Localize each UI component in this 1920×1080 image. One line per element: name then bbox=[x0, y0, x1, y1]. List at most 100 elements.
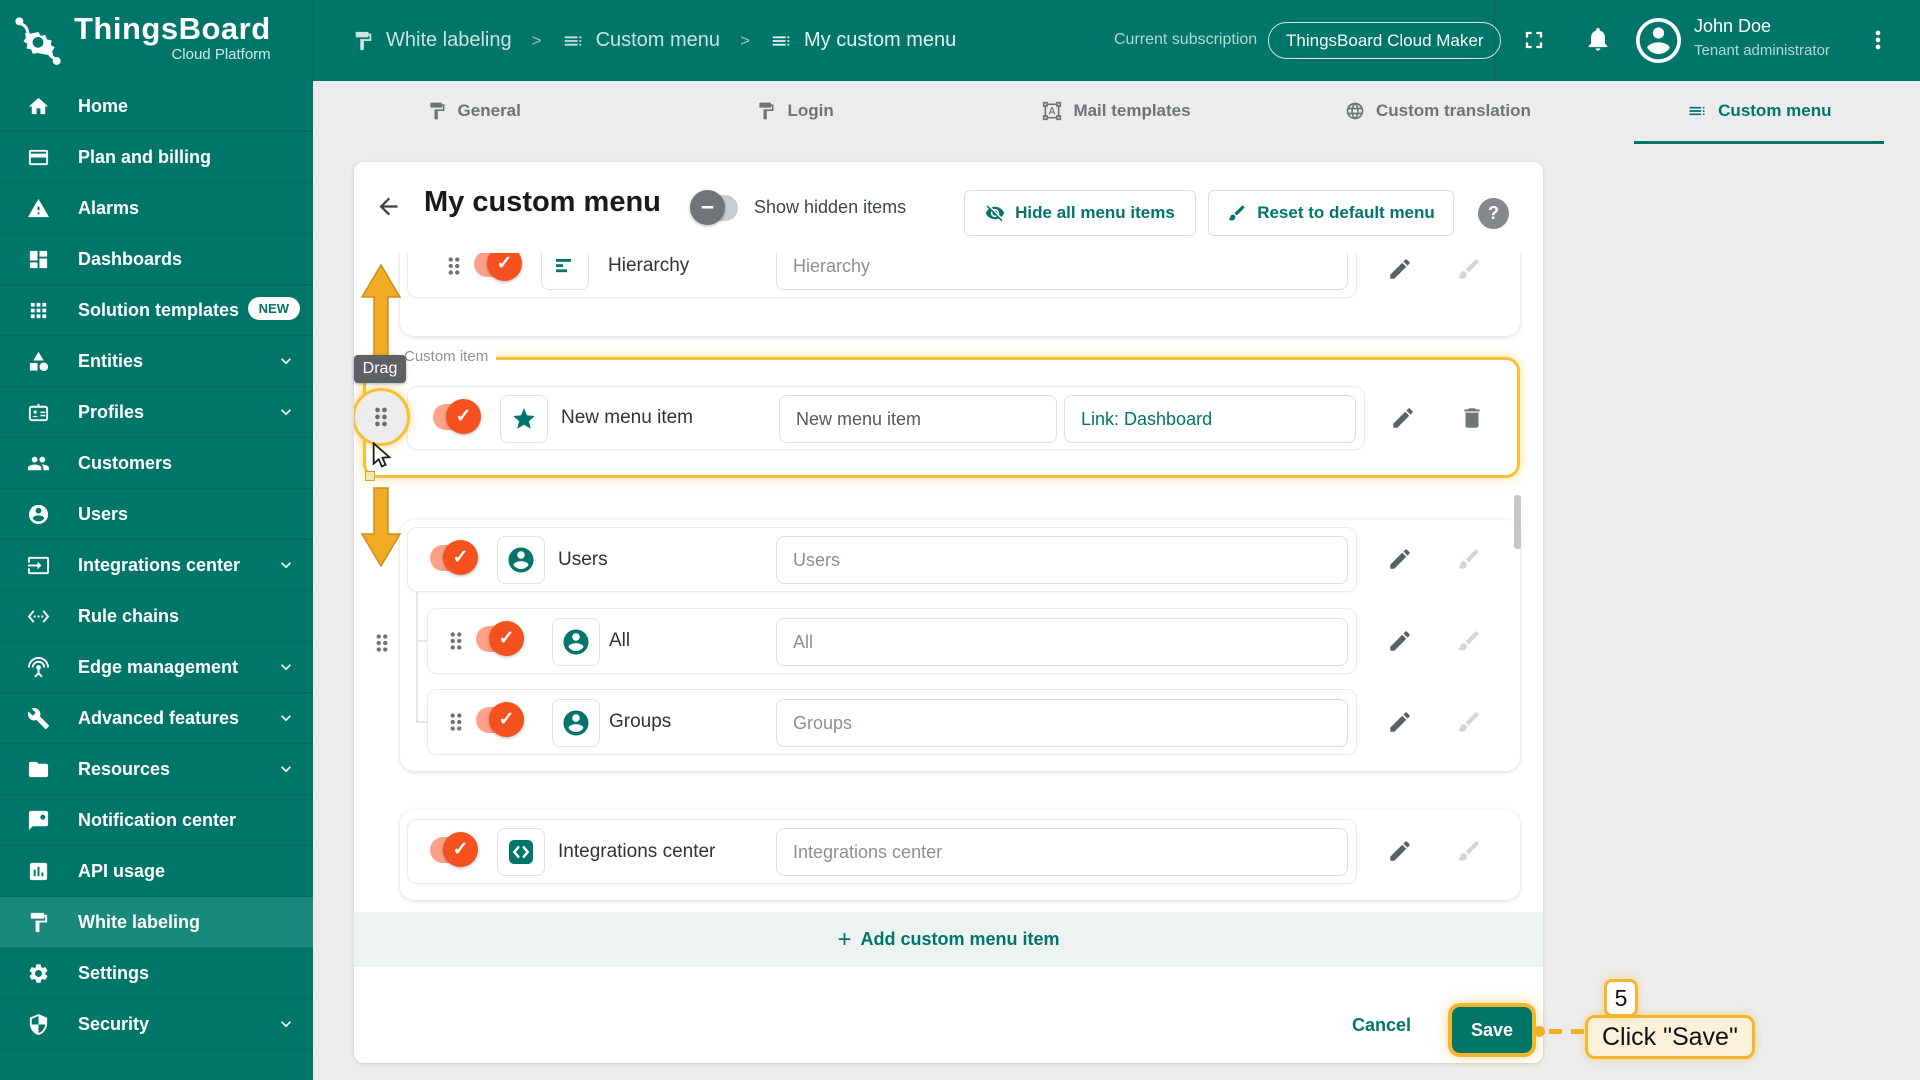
delete-trash-icon[interactable] bbox=[1456, 402, 1488, 434]
visibility-toggle[interactable] bbox=[433, 399, 481, 434]
show-hidden-toggle[interactable] bbox=[690, 190, 738, 225]
menu-item-name-input[interactable] bbox=[776, 699, 1348, 747]
plus-icon: + bbox=[837, 925, 852, 953]
sidebar-item-settings[interactable]: Settings bbox=[0, 948, 313, 999]
thingsboard-logo-icon bbox=[12, 12, 64, 68]
tab-mail-templates[interactable]: Mail templates bbox=[956, 81, 1277, 141]
sidebar-item-entities[interactable]: Entities bbox=[0, 336, 313, 387]
sidebar-item-label: Edge management bbox=[78, 656, 239, 677]
menu-group-integrations: Integrations center bbox=[400, 810, 1520, 900]
edit-pencil-icon[interactable] bbox=[1384, 253, 1416, 285]
visibility-toggle[interactable] bbox=[476, 621, 524, 656]
drag-handle-icon[interactable] bbox=[443, 709, 469, 735]
account-circle-icon[interactable] bbox=[552, 618, 600, 666]
save-button[interactable]: Save bbox=[1452, 1007, 1532, 1053]
edit-pencil-icon[interactable] bbox=[1384, 543, 1416, 575]
visibility-toggle[interactable] bbox=[474, 253, 522, 281]
sidebar-item-label: Home bbox=[78, 95, 129, 116]
menu-item-label: All bbox=[609, 630, 631, 651]
thingsboard-logo[interactable]: ThingsBoard Cloud Platform bbox=[12, 12, 271, 68]
notifications-bell-icon[interactable] bbox=[1584, 25, 1612, 53]
account-circle-icon[interactable] bbox=[497, 536, 545, 584]
sidebar-item-dashboards[interactable]: Dashboards bbox=[0, 234, 313, 285]
sidebar-item-label: Profiles bbox=[78, 401, 145, 422]
sidebar-item-security[interactable]: Security bbox=[0, 999, 313, 1050]
visibility-toggle[interactable] bbox=[430, 832, 478, 867]
star-icon[interactable] bbox=[500, 395, 548, 443]
tab-custom-menu[interactable]: Custom menu bbox=[1599, 81, 1920, 144]
account-circle-icon[interactable] bbox=[552, 699, 600, 747]
drag-tooltip: Drag bbox=[354, 355, 406, 383]
menu-item-link-field[interactable]: Link: Dashboard bbox=[1064, 395, 1356, 443]
visibility-toggle[interactable] bbox=[430, 540, 478, 575]
sidebar-item-label: Entities bbox=[78, 350, 144, 371]
sidebar-item-alarms[interactable]: Alarms bbox=[0, 183, 313, 234]
top-header: ThingsBoard Cloud Platform White labelin… bbox=[0, 0, 1920, 81]
edit-pencil-icon[interactable] bbox=[1384, 835, 1416, 867]
sidebar-item-white-labeling[interactable]: White labeling bbox=[0, 897, 313, 948]
people-icon bbox=[27, 452, 50, 475]
eye-off-icon bbox=[985, 203, 1005, 223]
sidebar-item-home[interactable]: Home bbox=[0, 81, 313, 132]
sidebar-item-label: Advanced features bbox=[78, 707, 240, 728]
breadcrumb-white-labeling[interactable]: White labeling bbox=[352, 29, 512, 52]
user-avatar[interactable] bbox=[1636, 18, 1681, 63]
menu-item-label: New menu item bbox=[561, 407, 693, 428]
edit-pencil-icon[interactable] bbox=[1387, 402, 1419, 434]
reset-brush-icon-disabled bbox=[1453, 543, 1485, 575]
menu-item-label: Integrations center bbox=[558, 840, 716, 862]
edit-pencil-icon[interactable] bbox=[1384, 706, 1416, 738]
help-icon[interactable]: ? bbox=[1478, 198, 1509, 229]
sidebar-item-profiles[interactable]: Profiles bbox=[0, 387, 313, 438]
sidebar-item-notification-center[interactable]: Notification center bbox=[0, 795, 313, 846]
subscription-plan-badge: ThingsBoard Cloud Maker bbox=[1268, 22, 1502, 59]
sidebar-item-label: Alarms bbox=[78, 197, 140, 218]
back-arrow-icon[interactable] bbox=[375, 193, 402, 220]
account-circle-icon bbox=[27, 503, 50, 526]
fullscreen-icon[interactable] bbox=[1520, 26, 1548, 54]
drag-handle-icon[interactable] bbox=[443, 628, 469, 654]
drag-handle-icon[interactable] bbox=[441, 253, 467, 279]
sidebar-item-edge-management[interactable]: Edge management bbox=[0, 642, 313, 693]
sidebar-item-plan-and-billing[interactable]: Plan and billing bbox=[0, 132, 313, 183]
tab-general[interactable]: General bbox=[313, 81, 634, 141]
add-custom-menu-item-button[interactable]: + Add custom menu item bbox=[354, 912, 1543, 967]
visibility-toggle[interactable] bbox=[476, 702, 524, 737]
integrations-center-icon[interactable] bbox=[497, 828, 545, 876]
group-drag-handle-icon[interactable] bbox=[369, 630, 395, 656]
sidebar-item-solution-templates[interactable]: Solution templates NEW bbox=[0, 285, 313, 336]
sidebar-item-integrations-center[interactable]: Integrations center bbox=[0, 540, 313, 591]
menu-item-name-input[interactable] bbox=[779, 395, 1057, 443]
chevron-down-icon bbox=[276, 1014, 296, 1034]
menu-row-new-menu-item: New menu item Link: Dashboard bbox=[407, 386, 1365, 450]
reset-brush-icon-disabled bbox=[1453, 253, 1485, 285]
sidebar-item-rule-chains[interactable]: Rule chains bbox=[0, 591, 313, 642]
dashboard-icon bbox=[27, 248, 50, 271]
sidebar-item-label: Security bbox=[78, 1013, 150, 1034]
cursor-accent-square bbox=[365, 471, 375, 481]
edit-pencil-icon[interactable] bbox=[1384, 625, 1416, 657]
sidebar-item-advanced-features[interactable]: Advanced features bbox=[0, 693, 313, 744]
menu-item-name-input[interactable] bbox=[776, 253, 1348, 290]
sidebar-item-customers[interactable]: Customers bbox=[0, 438, 313, 489]
cancel-button[interactable]: Cancel bbox=[1352, 1015, 1411, 1036]
menu-item-name-input[interactable] bbox=[776, 828, 1348, 876]
scrollbar-thumb[interactable] bbox=[1514, 495, 1521, 549]
tab-custom-translation[interactable]: Custom translation bbox=[1277, 81, 1598, 141]
credit-card-icon bbox=[27, 146, 50, 169]
sidebar-item-resources[interactable]: Resources bbox=[0, 744, 313, 795]
custom-item-drag-handle[interactable] bbox=[354, 388, 410, 446]
sidebar-item-api-usage[interactable]: API usage bbox=[0, 846, 313, 897]
breadcrumb-custom-menu[interactable]: Custom menu bbox=[562, 29, 720, 52]
breadcrumb-my-custom-menu[interactable]: My custom menu bbox=[770, 29, 956, 52]
sidebar-item-label: Dashboards bbox=[78, 248, 183, 269]
tab-login[interactable]: Login bbox=[634, 81, 955, 141]
sidebar-item-users[interactable]: Users bbox=[0, 489, 313, 540]
chevron-down-icon bbox=[276, 657, 296, 677]
menu-item-name-input[interactable] bbox=[776, 536, 1348, 584]
reset-to-default-button[interactable]: Reset to default menu bbox=[1208, 190, 1454, 236]
hide-all-menu-items-button[interactable]: Hide all menu items bbox=[964, 190, 1196, 236]
menu-item-name-input[interactable] bbox=[776, 618, 1348, 666]
hierarchy-sort-icon[interactable] bbox=[541, 253, 589, 290]
more-vert-icon[interactable] bbox=[1864, 26, 1892, 54]
